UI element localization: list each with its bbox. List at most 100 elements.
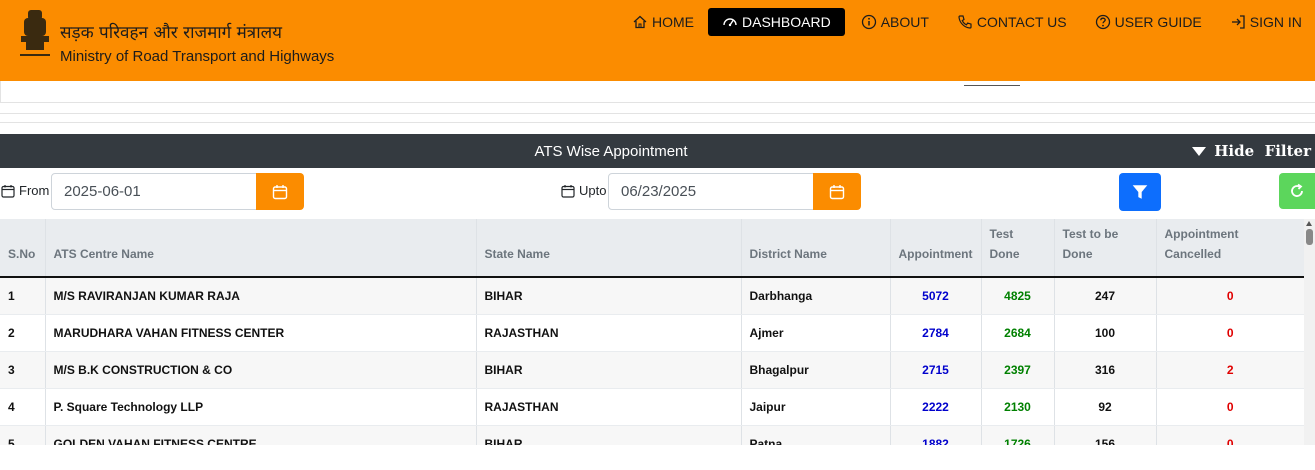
cell-sno: 1	[0, 277, 46, 315]
cell-test-done: 2130	[981, 388, 1055, 426]
upto-label: Upto	[579, 183, 607, 198]
col-header-appointment[interactable]: Appointment	[890, 219, 982, 277]
hide-filter-label: Hide Filter	[1214, 142, 1311, 160]
sub-header-strip	[0, 81, 1315, 103]
cell-test-to-be-done: 92	[1054, 388, 1157, 426]
cell-test-done: 1726	[981, 425, 1055, 445]
cell-appointment-cancelled: 0	[1156, 314, 1304, 352]
caret-down-icon	[1192, 146, 1207, 156]
table-header-row: S.No ATS Centre Name State Name District…	[0, 219, 1304, 277]
cell-state: BIHAR	[476, 277, 742, 315]
cell-test-to-be-done: 247	[1054, 277, 1157, 315]
nav-contact[interactable]: CONTACT US	[947, 8, 1077, 36]
cell-ats-centre: M/S B.K CONSTRUCTION & CO	[45, 351, 477, 389]
nav-dashboard-label: DASHBOARD	[742, 14, 831, 30]
cell-ats-centre: P. Square Technology LLP	[45, 388, 477, 426]
nav-sign-in[interactable]: SIGN IN	[1220, 8, 1312, 36]
divider	[964, 85, 1020, 86]
separator-strip	[0, 113, 1315, 123]
cell-ats-centre: GOLDEN VAHAN FITNESS CENTRE	[45, 425, 477, 445]
panel-title-bar: ATS Wise Appointment Hide Filter	[0, 134, 1315, 168]
hide-filter-toggle[interactable]: Hide Filter	[1192, 142, 1311, 160]
cell-test-to-be-done: 156	[1054, 425, 1157, 445]
top-header: सड़क परिवहन और राजमार्ग मंत्रालय Ministr…	[0, 0, 1315, 81]
upto-date-picker-button[interactable]	[813, 173, 861, 210]
nav-home-label: HOME	[652, 14, 694, 30]
national-emblem-icon	[20, 10, 50, 56]
cell-district: Darbhanga	[741, 277, 891, 315]
from-date-picker-button[interactable]	[256, 173, 304, 210]
pagination-area	[0, 445, 1315, 470]
cell-appointment: 2222	[890, 388, 982, 426]
cell-district: Ajmer	[741, 314, 891, 352]
col-header-ats-centre[interactable]: ATS Centre Name	[45, 219, 477, 277]
nav-user-guide[interactable]: USER GUIDE	[1085, 8, 1212, 36]
appointment-table: S.No ATS Centre Name State Name District…	[0, 219, 1304, 445]
col-header-appointment-cancelled[interactable]: Appointment Cancelled	[1156, 219, 1304, 277]
cell-appointment-cancelled: 2	[1156, 351, 1304, 389]
from-date-input[interactable]: 2025-06-01	[51, 173, 257, 210]
cell-sno: 3	[0, 351, 46, 389]
home-icon	[633, 15, 647, 29]
nav-about-label: ABOUT	[880, 14, 929, 30]
speedometer-icon	[723, 18, 737, 27]
table-row[interactable]: 3 M/S B.K CONSTRUCTION & CO BIHAR Bhagalpur…	[0, 351, 1304, 389]
info-icon	[861, 14, 876, 30]
main-nav: HOME DASHBOARD ABOUT CONTACT US USER GUI…	[622, 8, 1312, 36]
ministry-name-english: Ministry of Road Transport and Highways	[60, 48, 335, 65]
nav-home[interactable]: HOME	[622, 8, 704, 36]
table-row[interactable]: 5 GOLDEN VAHAN FITNESS CENTRE BIHAR Patna 18…	[0, 425, 1304, 445]
table-row[interactable]: 1 M/S RAVIRANJAN KUMAR RAJA BIHAR Darbhanga…	[0, 277, 1304, 315]
from-label-group: From	[1, 183, 49, 198]
col-header-test-to-be-done[interactable]: Test to be Done	[1054, 219, 1157, 277]
appointment-table-container[interactable]: S.No ATS Centre Name State Name District…	[0, 219, 1304, 445]
cell-test-done: 2684	[981, 314, 1055, 352]
cell-appointment-cancelled: 0	[1156, 277, 1304, 315]
from-label: From	[19, 183, 50, 198]
scroll-up-arrow-icon[interactable]	[1306, 221, 1312, 226]
nav-contact-label: CONTACT US	[976, 14, 1067, 30]
cell-appointment: 2784	[890, 314, 982, 352]
nav-sign-in-label: SIGN IN	[1249, 14, 1302, 30]
table-scrollbar[interactable]	[1304, 219, 1315, 445]
col-header-sno[interactable]: S.No	[0, 219, 46, 277]
cell-sno: 5	[0, 425, 46, 445]
ministry-name-hindi: सड़क परिवहन और राजमार्ग मंत्रालय	[60, 23, 282, 43]
upto-date-input[interactable]: 06/23/2025	[608, 173, 814, 210]
calendar-icon	[561, 184, 575, 198]
cell-appointment: 2715	[890, 351, 982, 389]
cell-sno: 4	[0, 388, 46, 426]
nav-user-guide-label: USER GUIDE	[1114, 14, 1202, 30]
cell-state: BIHAR	[476, 425, 742, 445]
col-header-district[interactable]: District Name	[741, 219, 891, 277]
cell-appointment-cancelled: 0	[1156, 388, 1304, 426]
scrollbar-thumb[interactable]	[1306, 229, 1313, 245]
apply-filter-button[interactable]	[1119, 173, 1161, 211]
cell-appointment: 1882	[890, 425, 982, 445]
cell-district: Jaipur	[741, 388, 891, 426]
cell-test-done: 2397	[981, 351, 1055, 389]
nav-dashboard[interactable]: DASHBOARD	[708, 8, 845, 36]
refresh-button[interactable]	[1279, 173, 1315, 209]
cell-district: Bhagalpur	[741, 351, 891, 389]
sign-in-icon	[1231, 15, 1245, 29]
cell-appointment-cancelled: 0	[1156, 425, 1304, 445]
calendar-icon	[829, 184, 845, 199]
table-row[interactable]: 2 MARUDHARA VAHAN FITNESS CENTER RAJASTHAN…	[0, 314, 1304, 352]
filter-icon	[1132, 185, 1148, 199]
cell-ats-centre: M/S RAVIRANJAN KUMAR RAJA	[45, 277, 477, 315]
col-header-state[interactable]: State Name	[476, 219, 742, 277]
upto-label-group: Upto	[561, 183, 606, 198]
question-circle-icon	[1095, 14, 1110, 30]
calendar-icon	[1, 184, 15, 198]
table-row[interactable]: 4 P. Square Technology LLP RAJASTHAN Jaipur…	[0, 388, 1304, 426]
col-header-test-done[interactable]: Test Done	[981, 219, 1055, 277]
nav-about[interactable]: ABOUT	[851, 8, 939, 36]
refresh-icon	[1291, 183, 1303, 197]
panel-title: ATS Wise Appointment	[534, 143, 688, 160]
cell-sno: 2	[0, 314, 46, 352]
cell-test-done: 4825	[981, 277, 1055, 315]
cell-test-to-be-done: 316	[1054, 351, 1157, 389]
cell-district: Patna	[741, 425, 891, 445]
cell-test-to-be-done: 100	[1054, 314, 1157, 352]
